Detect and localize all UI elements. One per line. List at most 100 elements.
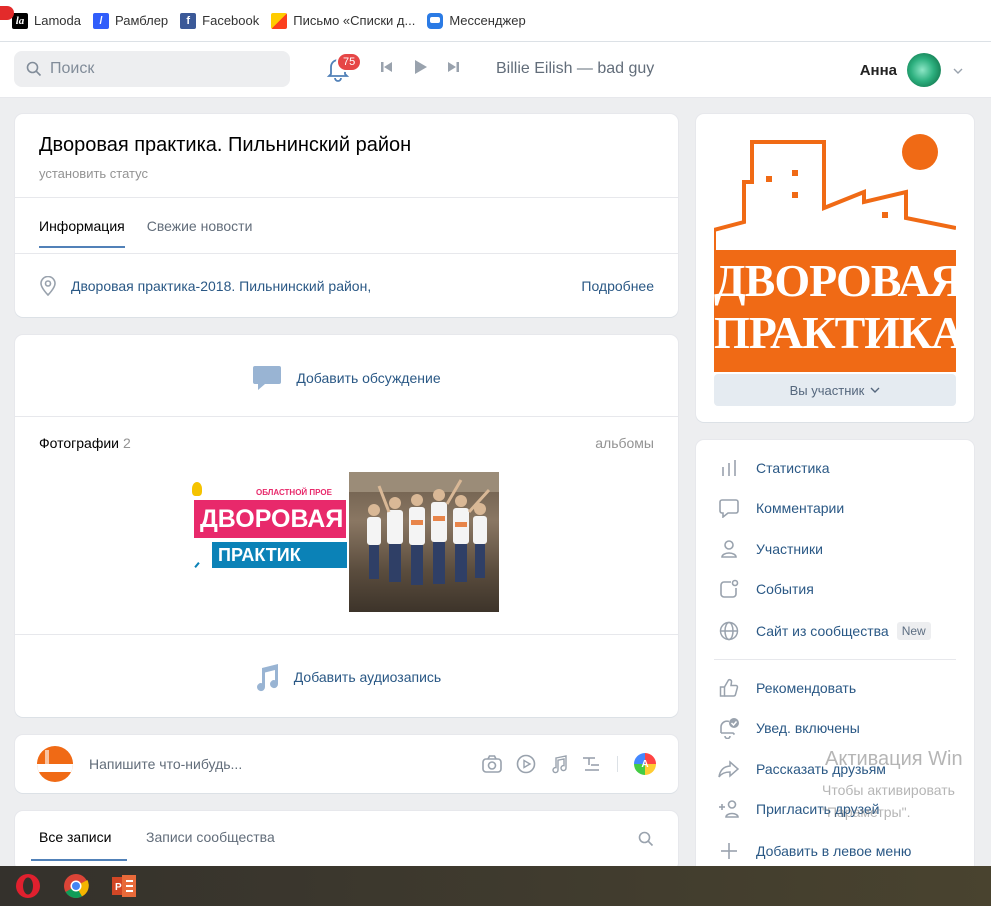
play-icon[interactable] — [412, 59, 428, 80]
rambler-icon: / — [92, 12, 109, 29]
bookmark-rambler[interactable]: / Рамблер — [92, 12, 168, 29]
bookmark-lamoda[interactable]: la Lamoda — [12, 12, 81, 29]
user-icon — [718, 538, 740, 560]
messenger-icon — [427, 12, 444, 29]
add-audio-button[interactable]: Добавить аудиозапись — [15, 661, 678, 693]
opera-icon[interactable] — [14, 872, 42, 900]
content-card: Добавить обсуждение Фотографии 2 альбомы … — [15, 335, 678, 717]
menu-item-comments[interactable]: Комментарии — [718, 497, 844, 519]
divider — [15, 197, 678, 198]
svg-text:P: P — [115, 882, 122, 893]
photo-thumbnail-2[interactable] — [349, 472, 499, 612]
page-title: Дворовая практика. Пильнинский район — [39, 134, 412, 156]
globe-icon — [718, 620, 740, 642]
info-row: Дворовая практика-2018. Пильнинский райо… — [39, 276, 654, 296]
lamoda-icon: la — [12, 12, 28, 29]
tab-news[interactable]: Свежие новости — [147, 218, 253, 234]
bookmark-facebook[interactable]: f Facebook — [180, 12, 259, 29]
next-track-icon[interactable] — [446, 60, 460, 79]
divider — [15, 416, 678, 417]
bookmark-messenger[interactable]: Мессенджер — [427, 12, 526, 29]
active-tab-underline — [31, 859, 127, 861]
article-icon[interactable] — [581, 755, 601, 773]
comment-icon — [718, 497, 740, 519]
plus-icon — [718, 840, 740, 862]
divider — [15, 253, 678, 254]
music-icon[interactable] — [549, 754, 569, 774]
tab-information[interactable]: Информация — [39, 218, 125, 248]
menu-item-statistics[interactable]: Статистика — [718, 457, 830, 479]
chevron-down-icon — [953, 63, 963, 77]
info-description[interactable]: Дворовая практика-2018. Пильнинский райо… — [71, 278, 581, 294]
search-input[interactable]: Поиск — [14, 51, 290, 87]
tab-community-posts[interactable]: Записи сообщества — [146, 829, 275, 845]
logo-text-line1: ДВОРОВАЯ — [714, 255, 956, 306]
audio-player-controls — [380, 59, 478, 80]
feed-tabs-card: Все записи Записи сообщества — [15, 811, 678, 871]
divider — [15, 634, 678, 635]
add-user-icon — [718, 798, 740, 820]
activation-watermark: Активация Win — [825, 748, 963, 770]
facebook-icon: f — [180, 12, 197, 29]
composer-tools: A — [481, 753, 656, 775]
activation-watermark-tail: "Параметры". — [822, 804, 911, 820]
chevron-down-icon — [870, 387, 880, 393]
thumbs-up-icon — [718, 677, 740, 699]
post-input[interactable]: Напишите что-нибудь... — [89, 756, 481, 772]
user-menu[interactable]: Анна — [860, 53, 963, 87]
menu-item-add-left-menu[interactable]: Добавить в левое меню — [718, 840, 911, 862]
tab-all-posts[interactable]: Все записи — [39, 829, 111, 845]
notifications-badge: 75 — [336, 52, 363, 72]
mail-icon — [271, 12, 288, 29]
now-playing-track[interactable]: Billie Eilish — bad guy — [496, 60, 654, 78]
decorative-stroke — [194, 562, 200, 568]
previous-track-icon[interactable] — [380, 60, 394, 79]
logo-text-line2: ПРАКТИКА — [714, 307, 956, 358]
video-icon[interactable] — [515, 753, 537, 775]
new-badge: New — [896, 622, 931, 640]
set-status-link[interactable]: установить статус — [39, 166, 148, 181]
chrome-icon[interactable] — [62, 872, 90, 900]
more-info-link[interactable]: Подробнее — [581, 278, 654, 294]
photos-heading[interactable]: Фотографии 2 — [39, 435, 131, 451]
avatar — [907, 53, 941, 87]
community-logo[interactable]: ДВОРОВАЯ ПРАКТИКА — [714, 132, 956, 372]
divider — [714, 659, 956, 660]
community-avatar — [37, 746, 73, 782]
membership-dropdown-button[interactable]: Вы участник — [714, 374, 956, 406]
share-icon — [718, 758, 740, 780]
events-icon — [718, 578, 740, 600]
albums-link[interactable]: альбомы — [595, 435, 654, 451]
menu-item-site[interactable]: Сайт из сообщества New — [718, 620, 931, 642]
powerpoint-icon[interactable]: P — [110, 872, 138, 900]
group-tabs: Информация Свежие новости — [39, 218, 274, 248]
add-discussion-button[interactable]: Добавить обсуждение — [15, 363, 678, 393]
search-icon[interactable] — [638, 831, 654, 847]
bell-check-icon — [718, 717, 740, 739]
photo-thumbnail-1[interactable]: ОБЛАСТНОЙ ПРОЕ ДВОРОВАЯ ПРАКТИК — [192, 472, 347, 582]
bookmark-mail[interactable]: Письмо «Списки д... — [271, 12, 415, 29]
top-header: Поиск 75 Billie Eilish — bad guy Анна — [0, 42, 991, 98]
menu-item-recommend[interactable]: Рекомендовать — [718, 677, 856, 699]
user-avatar-small[interactable]: A — [634, 753, 656, 775]
group-info-card: Дворовая практика. Пильнинский район уст… — [15, 114, 678, 317]
menu-item-notifications[interactable]: Увед. включены — [718, 717, 860, 739]
camera-icon[interactable] — [481, 754, 503, 774]
location-pin-icon — [40, 276, 56, 296]
photo1-caption-second: ПРАКТИК — [212, 542, 347, 568]
community-logo-card: ДВОРОВАЯ ПРАКТИКА Вы участник — [696, 114, 974, 422]
stats-icon — [718, 457, 740, 479]
group-photo-image — [349, 472, 499, 585]
discussion-icon — [253, 366, 282, 390]
windows-taskbar: P — [0, 866, 991, 906]
user-name: Анна — [859, 61, 897, 79]
search-icon — [26, 61, 42, 77]
menu-item-events[interactable]: События — [718, 578, 814, 600]
browser-corner-indicator — [0, 6, 14, 20]
bookmarks-bar: la Lamoda / Рамблер f Facebook Письмо «С… — [0, 0, 991, 42]
menu-item-members[interactable]: Участники — [718, 538, 823, 560]
activation-watermark-subtitle: Чтобы активировать — [822, 782, 955, 798]
tools-divider — [617, 756, 618, 772]
photo1-caption-small: ОБЛАСТНОЙ ПРОЕ — [256, 488, 332, 497]
music-note-icon — [256, 664, 278, 692]
